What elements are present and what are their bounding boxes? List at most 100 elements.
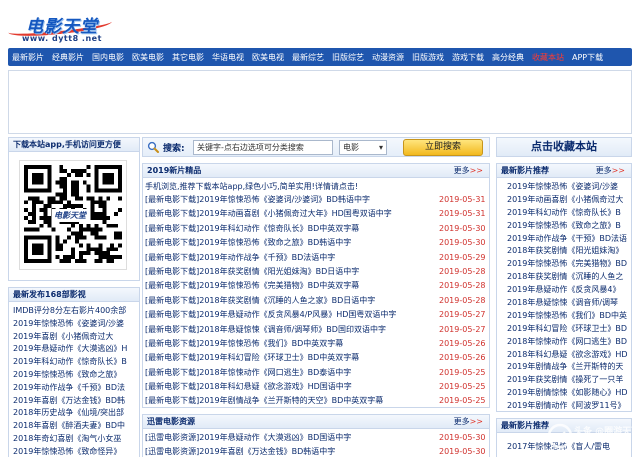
search-input[interactable] [193,140,333,155]
list-item[interactable]: 2019年动作战争《干预》BD法语 [507,233,631,246]
movie-title-link[interactable]: [最新电影下载]2019年惊悚恐怖《完美猎物》BD中英双字幕 [145,281,359,290]
nav-item[interactable]: 华语电视 [212,52,244,63]
site-header: 电影天堂 www. dytt8 .net [0,0,640,48]
table-row[interactable]: [最新电影下载]2019年惊悚恐怖《姿婆词/沙婆词》BD韩语中字 2019-05-… [145,193,489,207]
qr-code-box[interactable]: 电影天堂 [19,160,127,270]
table-row[interactable]: [最新电影下载]2019年惊悚恐怖《致命之旅》BD韩语中字 2019-05-30 [145,236,489,250]
table-row[interactable]: [最新电影下载]2018年惊悚动作《网口逃生》BD泰语中字 2019-05-25 [145,366,489,380]
publish-date: 2019-05-29 [439,252,486,262]
app-notice-link[interactable]: 手机浏览,推荐下载本站app,绿色小巧,简单实用!详情请点击! [143,178,489,193]
publish-date: 2019-05-28 [439,266,486,276]
list-item[interactable]: 2019年科幻动作《惊奇队长》B [13,356,139,369]
table-row[interactable]: [最新电影下载]2018年悬疑惊悚《调音师/调琴师》BD国印双语中字 2019-0… [145,323,489,337]
search-category-select[interactable]: 电影 ▾ [339,140,387,155]
bookmark-site-button[interactable]: 点击收藏本站 [496,137,632,157]
list-item[interactable]: 2019年动作战争《千预》BD法 [13,382,139,395]
nav-item[interactable]: 欧美电影 [132,52,164,63]
list-item[interactable]: 2019年喜剧《小猪佩奇过大 [13,331,139,344]
list-item[interactable]: 2019年惊悚恐怖《致命之旅》B [507,220,631,233]
table-row[interactable]: [最新电影下载]2019年科幻冒险《环球卫士》BD中英双字幕 2019-05-26 [145,351,489,365]
table-row[interactable]: [最新电影下载]2018年科幻悬疑《欲念游戏》HD国语中字 2019-05-25 [145,380,489,394]
movie-title-link[interactable]: [最新电影下载]2019年动画喜剧《小猪佩奇过大年》HD国粤双语中字 [145,209,392,218]
table-row[interactable]: [最新电影下载]2018年获奖剧情《阳光姐妹淘》BD日语中字 2019-05-28 [145,265,489,279]
list-item[interactable]: 2018年奇幻喜剧《淘气小女巫 [13,433,139,446]
table-row[interactable]: [最新电影下载]2019年惊悚恐怖《完美猎物》BD中英双字幕 2019-05-28 [145,279,489,293]
nav-item[interactable]: 其它电影 [172,52,204,63]
nav-item[interactable]: 经典影片 [52,52,84,63]
list-item[interactable]: 2018年惊悚动作《网口逃生》BD [507,336,631,349]
list-item[interactable]: 2019年惊悚恐怖《我们》BD中英 [507,310,631,323]
site-logo[interactable]: 电影天堂 www. dytt8 .net [7,6,120,46]
search-button[interactable]: 立即搜索 [403,139,483,156]
list-item[interactable]: 2019年悬疑动作《反贪风暴4》 [507,284,631,297]
movie-title-link[interactable]: [迅雷电影资源]2019年喜剧《万达金钱》BD韩语中字 [145,447,335,456]
search-label: 搜索: [163,144,185,154]
movie-title-link[interactable]: [最新电影下载]2019年惊悚恐怖《致命之旅》BD韩语中字 [145,238,351,247]
list-item[interactable]: 2018年获奖剧情《沉睡的人鱼之 [507,271,631,284]
recommend-list-2: 2017年惊悚恐怖《盲人/雷电 [497,433,631,454]
list-item[interactable]: 2019年惊悚恐怖《姿婆词/沙婆 [507,181,631,194]
publish-date: 2019-05-26 [439,338,486,348]
table-row[interactable]: [最新电影下载]2019年动作战争《千预》BD法语中字 2019-05-29 [145,251,489,265]
movie-title-link[interactable]: [迅雷电影资源]2019年悬疑动作《大漠逃凶》BD国语中字 [145,433,351,442]
xunlei-title: 迅雷电影资源 更多>> [143,415,489,429]
list-item[interactable]: 2018年历史战争《仙境/突出部 [13,407,139,420]
nav-item[interactable]: 收藏本站 [532,52,564,63]
movie-title-link[interactable]: [最新电影下载]2019年惊悚恐怖《我们》BD中英双字幕 [145,339,343,348]
list-item[interactable]: 2019年惊悚恐怖《致命怪异》 [13,446,139,457]
list-item[interactable]: 2019年悬疑动作《大漠逃凶》H [13,343,139,356]
movie-title-link[interactable]: [最新电影下载]2018年科幻悬疑《欲念游戏》HD国语中字 [145,382,352,391]
list-item[interactable]: 2019年剧情惊悚《如影随心》HD [507,387,631,400]
nav-item[interactable]: 最新综艺 [292,52,324,63]
latest-release-panel: 最新发布168部影视 IMDB评分8分左右影片400余部 2019年惊悚恐怖《姿婆… [8,287,140,457]
table-row[interactable]: [迅雷电影资源]2019年喜剧《万达金钱》BD韩语中字 2019-05-30 [145,445,489,457]
nav-item[interactable]: 动漫资源 [372,52,404,63]
table-row[interactable]: [最新电影下载]2018年获奖剧情《沉睡的人鱼之家》BD日语中字 2019-05-… [145,294,489,308]
xunlei-more-link[interactable]: 更多>> [454,415,483,429]
movie-title-link[interactable]: [最新电影下载]2019年剧情战争《兰开斯特的天空》BD中英双字幕 [145,396,383,405]
list-item[interactable]: 2018年喜剧《醉酒夫妻》BD中 [13,420,139,433]
nav-item[interactable]: 游戏下载 [452,52,484,63]
list-item[interactable]: IMDB评分8分左右影片400余部 [13,305,139,318]
list-item[interactable]: 2019年动画喜剧《小猪佩奇过大 [507,194,631,207]
list-item[interactable]: 2018年悬疑惊悚《调音师/调琴 [507,297,631,310]
list-item[interactable]: 2019年惊悚恐怖《完美猎物》BD [507,258,631,271]
nav-item[interactable]: 旧版游戏 [412,52,444,63]
list-item[interactable]: 2019年剧情战争《兰开斯特的天 [507,361,631,374]
movie-title-link[interactable]: [最新电影下载]2018年悬疑惊悚《调音师/调琴师》BD国印双语中字 [145,325,386,334]
new-movies-more-link[interactable]: 更多>> [454,164,483,178]
table-row[interactable]: [最新电影下载]2019年惊悚恐怖《我们》BD中英双字幕 2019-05-26 [145,337,489,351]
movie-title-link[interactable]: [最新电影下载]2019年动作战争《千预》BD法语中字 [145,253,335,262]
latest-release-list: IMDB评分8分左右影片400余部 2019年惊悚恐怖《姿婆词/沙婆 2019年喜剧… [9,302,139,457]
list-item[interactable]: 2019年获奖剧情《操死了一只羊 [507,374,631,387]
table-row[interactable]: [最新电影下载]2019年剧情战争《兰开斯特的天空》BD中英双字幕 2019-05… [145,394,489,407]
movie-title-link[interactable]: [最新电影下载]2019年惊悚恐怖《姿婆词/沙婆词》BD韩语中字 [145,195,370,204]
list-item[interactable]: 2019年惊悚恐怖《致命之旅》 [13,369,139,382]
table-row[interactable]: [最新电影下载]2019年悬疑动作《反贪风暴4/P风暴》HD国粤双语中字 2019… [145,308,489,322]
nav-item[interactable]: 欧美电视 [252,52,284,63]
movie-title-link[interactable]: [最新电影下载]2018年获奖剧情《阳光姐妹淘》BD日语中字 [145,267,359,276]
list-item[interactable]: 2019年科幻冒险《环球卫士》BD [507,323,631,336]
list-item[interactable]: 2019年剧情动作《阿波罗11号》 [507,400,631,411]
movie-title-link[interactable]: [最新电影下载]2018年惊悚动作《网口逃生》BD泰语中字 [145,368,351,377]
list-item[interactable]: 2017年惊悚恐怖《盲人/雷电 [507,441,631,454]
movie-title-link[interactable]: [最新电影下载]2019年悬疑动作《反贪风暴4/P风暴》HD国粤双语中字 [145,310,396,319]
list-item[interactable]: 2019年喜剧《万达金钱》BD韩 [13,395,139,408]
list-item[interactable]: 2018年科幻悬疑《欲念游戏》HD [507,349,631,362]
nav-item[interactable]: 旧版综艺 [332,52,364,63]
nav-item[interactable]: 国内电影 [92,52,124,63]
recommend-more-link[interactable]: 更多>> [596,164,625,178]
nav-item[interactable]: 最新影片 [12,52,44,63]
movie-title-link[interactable]: [最新电影下载]2019年科幻冒险《环球卫士》BD中英双字幕 [145,353,359,362]
nav-item[interactable]: 高分经典 [492,52,524,63]
more-label: 更多 [595,166,612,175]
movie-title-link[interactable]: [最新电影下载]2019年科幻动作《惊奇队长》BD中英双字幕 [145,224,359,233]
table-row[interactable]: [最新电影下载]2019年动画喜剧《小猪佩奇过大年》HD国粤双语中字 2019-0… [145,207,489,221]
list-item[interactable]: 2019年惊悚恐怖《姿婆词/沙婆 [13,318,139,331]
nav-item[interactable]: APP下载 [572,52,603,63]
movie-title-link[interactable]: [最新电影下载]2018年获奖剧情《沉睡的人鱼之家》BD日语中字 [145,296,375,305]
list-item[interactable]: 2018年获奖剧情《阳光姐妹淘》 [507,245,631,258]
list-item[interactable]: 2019年科幻动作《惊奇队长》B [507,207,631,220]
table-row[interactable]: [最新电影下载]2019年科幻动作《惊奇队长》BD中英双字幕 2019-05-30 [145,222,489,236]
table-row[interactable]: [迅雷电影资源]2019年悬疑动作《大漠逃凶》BD国语中字 2019-05-30 [145,431,489,445]
